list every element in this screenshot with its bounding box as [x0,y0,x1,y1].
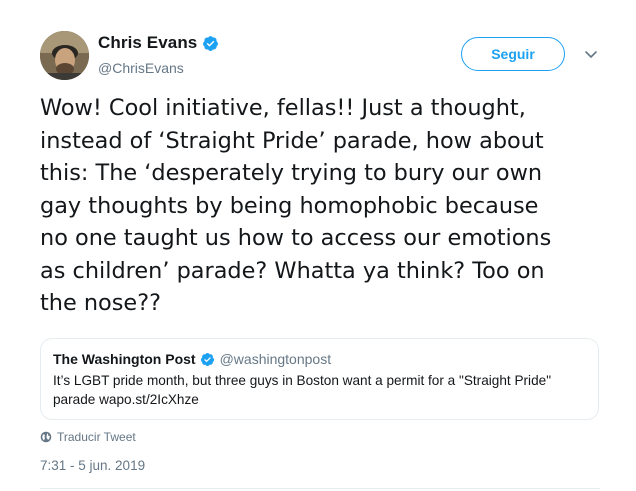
tweet-line: Wow! Cool initiative, fellas!! Just a th… [40,95,526,121]
globe-icon [40,431,52,443]
tweet-timestamp[interactable]: 7:31 - 5 jun. 2019 [40,458,145,473]
translate-tweet-link[interactable]: Traducir Tweet [40,430,136,444]
avatar[interactable] [40,31,89,80]
tweet-line: gay thoughts by being homophobic because [40,192,539,219]
author-name[interactable]: Chris Evans [98,33,197,53]
verified-badge-icon [202,35,219,52]
quoted-author-name: The Washington Post [53,351,196,367]
chevron-down-icon[interactable] [583,47,599,61]
tweet-line: the nose?? [40,290,161,316]
tweet-line: as children’ parade? Whatta ya think? To… [40,257,545,284]
tweet-line: this: The ‘desperately trying to bury ou… [40,160,543,186]
translate-label: Traducir Tweet [57,430,136,444]
quoted-author-handle: @washingtonpost [219,351,332,367]
divider [40,488,600,489]
author-handle[interactable]: @ChrisEvans [98,60,184,76]
quoted-text-line: parade wapo.st/2IcXhze [53,392,199,407]
tweet-line: instead of ‘Straight Pride’ parade, how … [40,127,544,154]
quoted-tweet-text: It’s LGBT pride month, but three guys in… [53,371,588,409]
tweet-line: no one taught us how to access our emoti… [40,225,552,251]
tweet-text: Wow! Cool initiative, fellas!! Just a th… [40,92,630,320]
verified-badge-icon [200,352,215,367]
follow-button[interactable]: Seguir [461,37,565,71]
quoted-text-line: It’s LGBT pride month, but three guys in… [53,373,552,388]
quoted-tweet-card[interactable]: The Washington Post @washingtonpost It’s… [40,338,599,420]
